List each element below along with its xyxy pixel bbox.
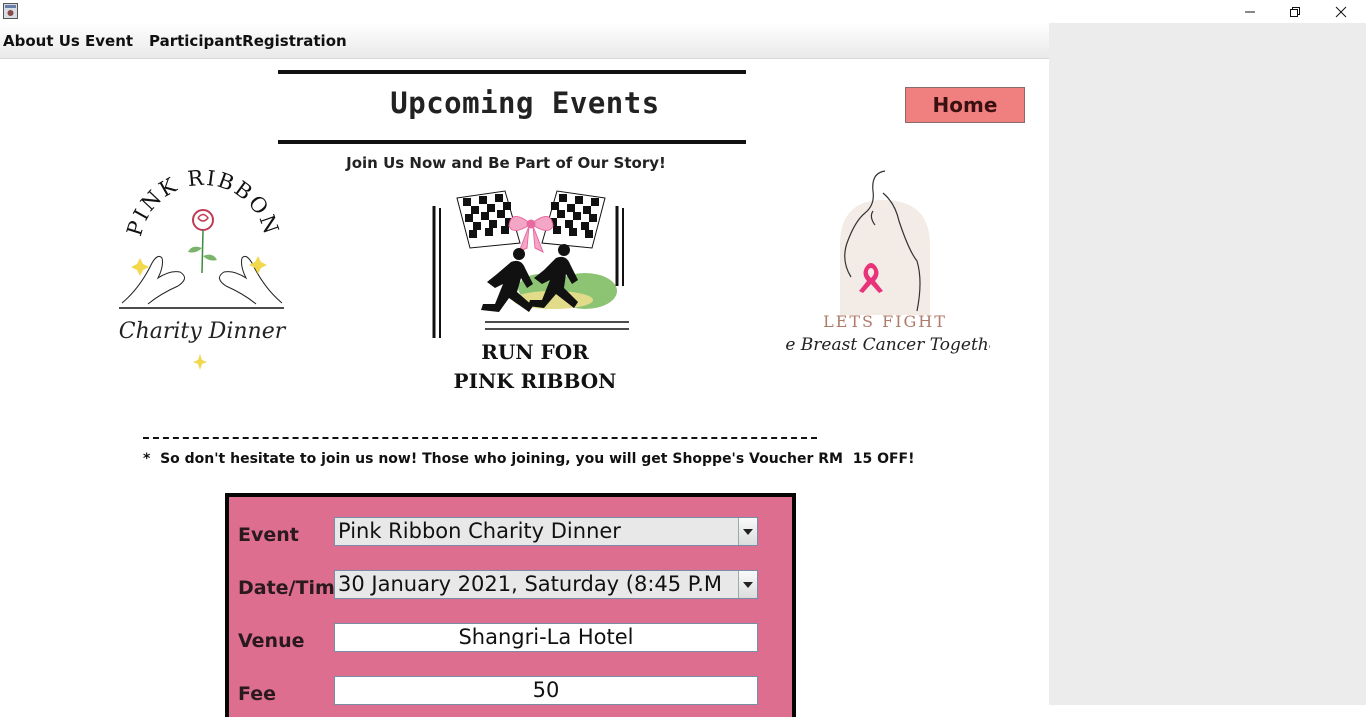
fee-label: Fee [238, 683, 276, 705]
home-button[interactable]: Home [905, 87, 1025, 123]
lets-fight-logo: LETS FIGHT The Breast Cancer Together [785, 170, 990, 355]
datetime-dropdown-button[interactable] [738, 571, 757, 598]
menu-about-us[interactable]: About Us [3, 32, 80, 50]
fee-field-value: 50 [532, 678, 560, 702]
minimize-button[interactable] [1227, 0, 1273, 23]
datetime-select[interactable]: 30 January 2021, Saturday (8:45 P.M [334, 570, 758, 599]
charity-logo-top-text: PINK RIBBON [122, 168, 284, 239]
fee-field[interactable]: 50 [334, 676, 758, 705]
event-label: Event [238, 524, 299, 546]
tagline: Join Us Now and Be Part of Our Story! [346, 154, 666, 172]
menu-event[interactable]: Event [85, 32, 133, 50]
event-select-value: Pink Ribbon Charity Dinner [338, 519, 621, 543]
close-icon [1335, 6, 1347, 17]
title-divider-bottom [278, 140, 746, 144]
venue-label: Venue [238, 630, 305, 652]
maximize-button[interactable] [1272, 0, 1318, 23]
title-divider-top [278, 70, 746, 74]
venue-field[interactable]: Shangri-La Hotel [334, 623, 758, 652]
close-button[interactable] [1318, 0, 1364, 23]
promo-note: * So don't hesitate to join us now! Thos… [143, 451, 915, 467]
run-for-pink-ribbon-logo: RUN FOR PINK RIBBON [432, 190, 629, 393]
maximize-icon [1290, 6, 1300, 17]
run-logo-line1: RUN FOR [481, 340, 589, 364]
venue-field-value: Shangri-La Hotel [458, 625, 634, 649]
fight-logo-line2: The Breast Cancer Together [785, 335, 990, 355]
menu-bar: About Us Event ParticipantRegistration [0, 23, 1049, 59]
fight-logo-line1: LETS FIGHT [823, 312, 947, 331]
chevron-down-icon [743, 528, 753, 535]
charity-dinner-logo: PINK RIBBON Charity Dinner [119, 168, 287, 370]
empty-side-panel [1049, 23, 1366, 705]
datetime-label: Date/Time [238, 577, 348, 599]
datetime-select-value: 30 January 2021, Saturday (8:45 P.M [338, 572, 722, 596]
rose-icon [188, 209, 217, 274]
dashed-divider [143, 437, 817, 439]
run-logo-line2: PINK RIBBON [454, 369, 617, 393]
chevron-down-icon [743, 581, 753, 588]
page-title: Upcoming Events [390, 86, 660, 120]
event-dropdown-button[interactable] [738, 518, 757, 545]
sparkle-icon [249, 256, 267, 274]
event-select[interactable]: Pink Ribbon Charity Dinner [334, 517, 758, 546]
registration-form-panel: Event Pink Ribbon Charity Dinner Date/Ti… [225, 493, 796, 717]
menu-participant-registration[interactable]: ParticipantRegistration [149, 32, 347, 50]
window-titlebar [0, 0, 1366, 23]
sparkle-icon [193, 354, 207, 370]
charity-logo-bottom-text: Charity Dinner [119, 319, 287, 344]
minimize-icon [1245, 11, 1255, 12]
app-icon [3, 3, 18, 19]
